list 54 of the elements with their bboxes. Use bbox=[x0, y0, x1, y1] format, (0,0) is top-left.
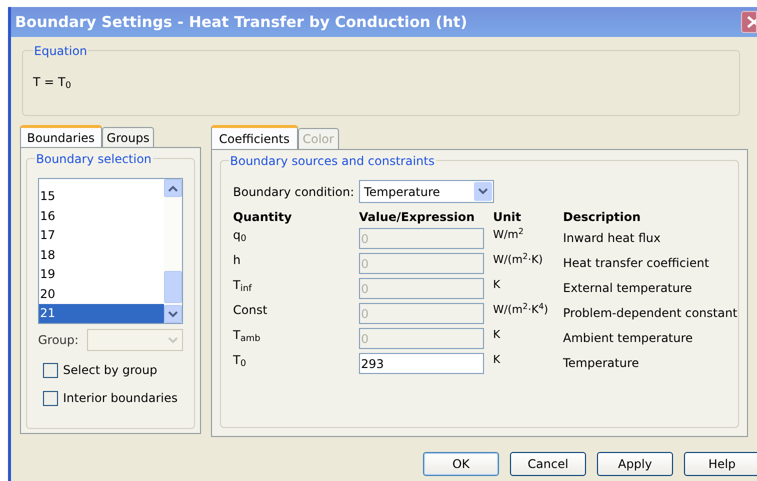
dropdown-icon bbox=[478, 188, 488, 195]
column-header: Value/Expression bbox=[359, 209, 476, 226]
unit-label: W/m$^{2}$ bbox=[493, 228, 525, 243]
column-header: Unit bbox=[493, 209, 522, 226]
unit-label: W/(m$^{2}$·K) bbox=[493, 253, 544, 268]
condition-label: Boundary condition: bbox=[233, 184, 356, 200]
dialog-button[interactable]: OK bbox=[423, 452, 499, 476]
dropdown-icon bbox=[168, 336, 178, 344]
description-text: Ambient temperature bbox=[563, 330, 694, 347]
list-item[interactable]: 19 bbox=[39, 264, 164, 284]
scroll-up-icon bbox=[168, 184, 178, 192]
unit-label: K bbox=[493, 328, 502, 343]
description-text: Temperature bbox=[563, 355, 640, 372]
close-icon bbox=[746, 15, 756, 29]
quantity-label: q$_{0}$ bbox=[233, 228, 248, 246]
close-button[interactable] bbox=[741, 11, 757, 33]
tab[interactable]: Coefficients bbox=[211, 125, 298, 149]
quantity-label: T$_{amb}$ bbox=[233, 328, 262, 346]
window-title: Boundary Settings - Heat Transfer by Conduction (ht) bbox=[15, 12, 468, 33]
list-item[interactable]: 15 bbox=[39, 186, 164, 206]
description-text: Inward heat flux bbox=[563, 230, 662, 247]
group-label: Group: bbox=[38, 332, 79, 349]
checkbox-label: Select by group bbox=[63, 362, 158, 379]
condition-dropdown[interactable]: Temperature bbox=[359, 180, 494, 203]
quantity-label: h bbox=[233, 253, 242, 269]
scrollbar[interactable] bbox=[164, 179, 182, 323]
value-field[interactable]: 293 bbox=[359, 353, 484, 374]
list-item[interactable]: 18 bbox=[39, 245, 164, 264]
scroll-thumb[interactable] bbox=[164, 271, 182, 303]
column-header: Quantity bbox=[233, 209, 293, 226]
checkbox[interactable] bbox=[43, 362, 58, 378]
column-header: Description bbox=[563, 209, 642, 226]
description-text: External temperature bbox=[563, 280, 694, 297]
list-item[interactable]: 21 bbox=[39, 304, 164, 323]
list-item[interactable]: 20 bbox=[39, 284, 164, 304]
tab[interactable]: Boundaries bbox=[20, 125, 102, 147]
tab[interactable]: Groups bbox=[102, 127, 154, 147]
quantity-label: T$_{inf}$ bbox=[233, 278, 253, 296]
list-item[interactable]: 16 bbox=[39, 206, 164, 226]
checkbox[interactable] bbox=[43, 390, 58, 406]
dialog-button[interactable]: Help bbox=[684, 452, 757, 476]
unit-label: K bbox=[493, 278, 502, 293]
unit-label: W/(m$^{2}$·K$^{4}$) bbox=[493, 303, 550, 318]
list-item[interactable]: 17 bbox=[39, 226, 164, 245]
dialog-button[interactable]: Cancel bbox=[510, 452, 586, 476]
checkbox-label: Interior boundaries bbox=[63, 390, 178, 407]
dialog-button[interactable]: Apply bbox=[597, 452, 673, 476]
equation-text: T = T$_{0}$ bbox=[33, 75, 72, 89]
quantity-label: Const bbox=[233, 303, 268, 319]
description-text: Problem-dependent constant bbox=[563, 305, 738, 322]
description-text: Heat transfer coefficient bbox=[563, 255, 710, 272]
scroll-down-icon bbox=[168, 310, 178, 318]
unit-label: K bbox=[493, 353, 502, 368]
quantity-label: T$_{0}$ bbox=[233, 353, 248, 372]
